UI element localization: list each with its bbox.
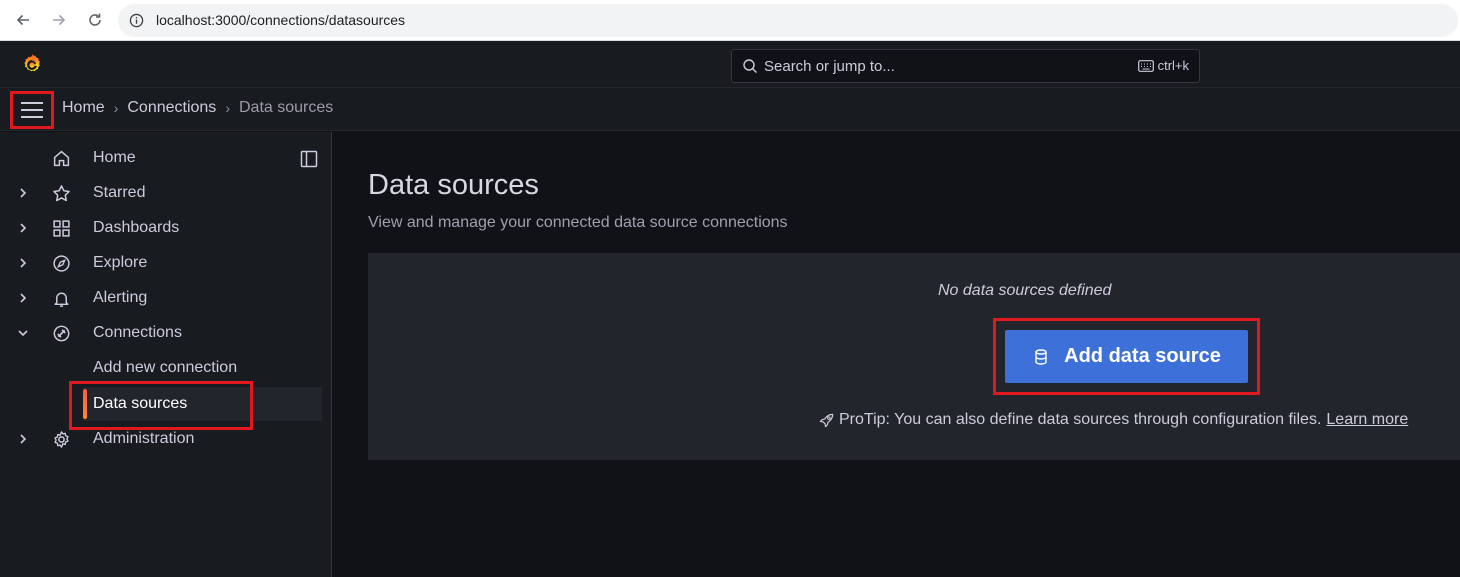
sidebar: Home Starred Dashboards Explore Alerting… [0, 132, 332, 577]
cog-icon [52, 430, 71, 449]
address-bar[interactable]: localhost:3000/connections/datasources [118, 3, 1458, 37]
sidebar-item-dashboards[interactable]: Dashboards [0, 211, 322, 245]
breadcrumb-connections[interactable]: Connections [127, 99, 216, 117]
hamburger-icon [21, 102, 43, 118]
protip-text: ProTip: You can also define data sources… [839, 411, 1322, 428]
top-header: Search or jump to... ctrl+k [0, 41, 1460, 88]
empty-state-panel: No data sources defined Add data source … [368, 253, 1460, 460]
sidebar-item-connections[interactable]: Connections [0, 316, 322, 350]
grafana-logo-icon[interactable] [19, 52, 45, 78]
chevron-down-icon[interactable] [15, 325, 31, 341]
shortcut-label: ctrl+k [1157, 58, 1189, 73]
breadcrumb: Home › Connections › Data sources [62, 99, 333, 117]
sidebar-item-label: Explore [93, 254, 148, 271]
bell-icon [52, 289, 71, 308]
reload-icon[interactable] [83, 8, 107, 32]
site-info-icon[interactable] [128, 12, 144, 28]
sidebar-item-home[interactable]: Home [0, 141, 322, 175]
protip: ProTip: You can also define data sources… [818, 411, 1408, 429]
page-title: Data sources [368, 169, 539, 201]
home-icon [52, 149, 71, 168]
keyboard-icon [1137, 59, 1154, 72]
rocket-icon [819, 413, 834, 427]
sidebar-item-label: Dashboards [93, 219, 180, 236]
chevron-right-icon[interactable] [15, 290, 31, 306]
sidebar-item-label: Administration [93, 430, 195, 447]
chevron-right-icon[interactable] [15, 220, 31, 236]
sidebar-item-label: Connections [93, 324, 182, 341]
search-input[interactable]: Search or jump to... ctrl+k [731, 49, 1200, 83]
browser-toolbar: localhost:3000/connections/datasources [0, 0, 1460, 41]
star-icon [52, 184, 71, 203]
apps-icon [52, 219, 71, 238]
menu-toggle-button[interactable] [10, 91, 54, 129]
sidebar-item-explore[interactable]: Explore [0, 246, 322, 280]
back-arrow-icon[interactable] [11, 8, 35, 32]
chevron-right-icon[interactable] [15, 431, 31, 447]
sidebar-item-alerting[interactable]: Alerting [0, 281, 322, 315]
search-shortcut: ctrl+k [1137, 58, 1189, 73]
chevron-right-icon[interactable] [15, 255, 31, 271]
breadcrumb-bar: Home › Connections › Data sources [0, 88, 1460, 131]
breadcrumb-current: Data sources [238, 99, 334, 116]
sidebar-item-label: Home [93, 149, 136, 166]
annotation-highlight-box [69, 381, 253, 430]
sidebar-item-label: Starred [93, 184, 146, 201]
empty-state-message: No data sources defined [938, 282, 1112, 299]
url-text: localhost:3000/connections/datasources [156, 12, 406, 28]
sidebar-item-starred[interactable]: Starred [0, 176, 322, 210]
sidebar-subitem-label: Add new connection [93, 359, 238, 376]
page-subtitle: View and manage your connected data sour… [368, 214, 788, 231]
chevron-right-icon: › [225, 100, 230, 116]
learn-more-link[interactable]: Learn more [1326, 411, 1408, 429]
database-icon [1035, 348, 1047, 365]
search-placeholder: Search or jump to... [764, 57, 895, 75]
compass-icon [52, 254, 71, 273]
forward-arrow-icon[interactable] [47, 8, 71, 32]
sidebar-item-label: Alerting [93, 289, 148, 306]
breadcrumb-home[interactable]: Home [62, 99, 105, 117]
add-data-source-label: Add data source [1064, 345, 1221, 367]
connections-icon [52, 324, 71, 343]
search-icon [741, 57, 759, 75]
main-content: Data sources View and manage your connec… [333, 132, 1460, 577]
add-data-source-button[interactable]: Add data source [1005, 330, 1248, 383]
chevron-right-icon[interactable] [15, 185, 31, 201]
chevron-right-icon: › [113, 100, 119, 116]
sidebar-subitem-add-new-connection[interactable]: Add new connection [0, 351, 322, 385]
